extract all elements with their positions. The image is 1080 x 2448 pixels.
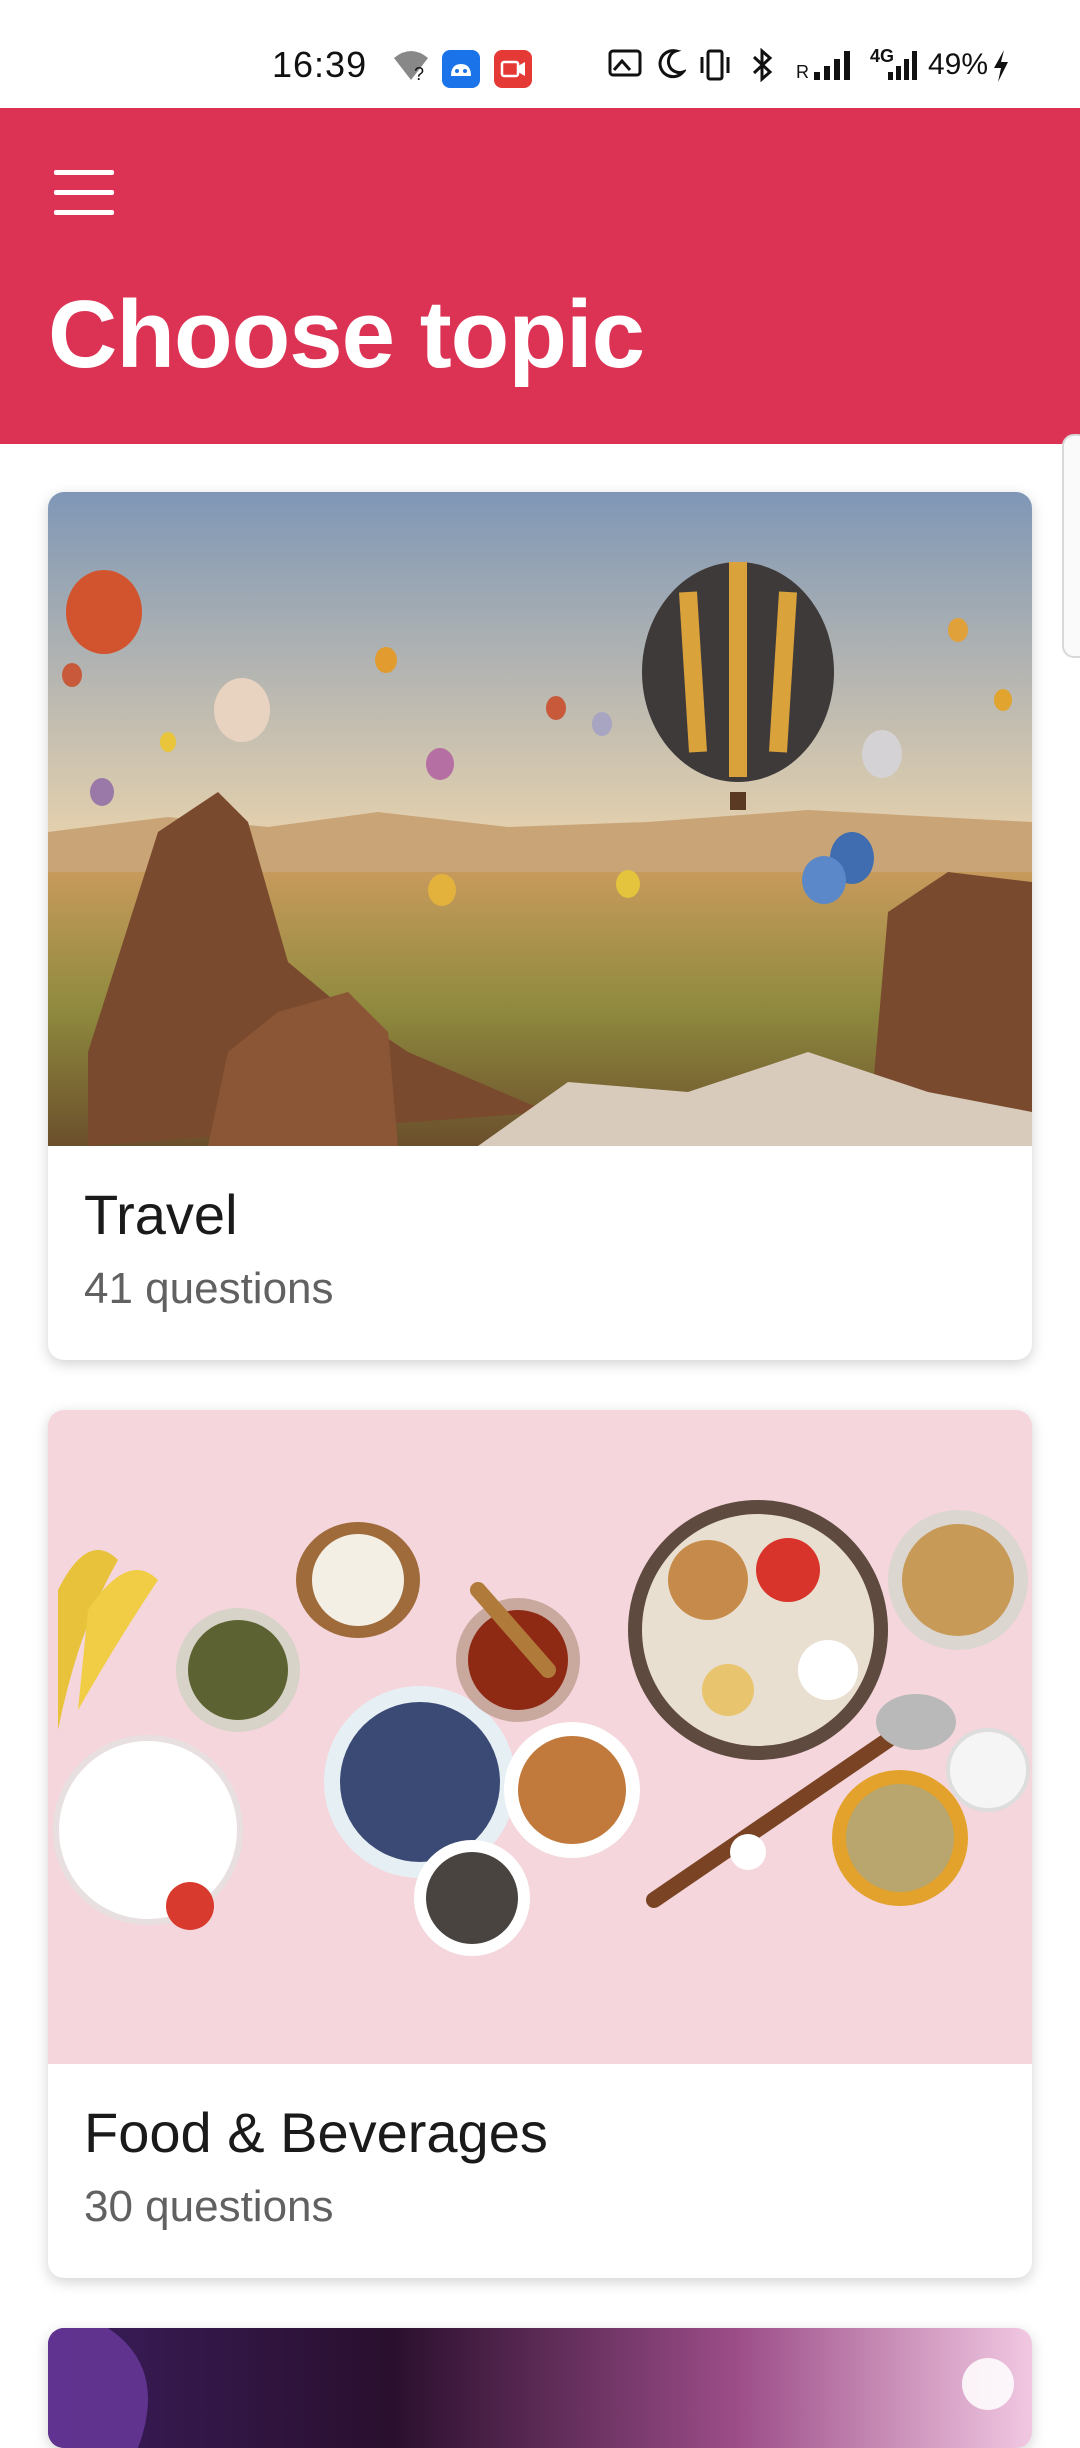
wifi-unknown-icon: ? [394,51,428,82]
topic-question-count: 41 questions [84,1264,334,1313]
menu-button[interactable] [40,148,128,236]
signal-strength-icon [814,51,850,80]
status-bar: 16:39 ? R 4G 49% [0,0,1080,108]
bluetooth-icon [752,48,773,82]
topic-card-partial[interactable] [48,2328,1032,2448]
svg-text:?: ? [414,64,424,82]
food-beverages-image [48,1410,1032,2064]
roaming-label: R [796,62,809,82]
scrollbar[interactable] [1062,434,1080,658]
mobile-data-signal-icon [888,51,917,80]
photo-icon [608,49,642,77]
travel-image [48,492,1032,1146]
topic-question-count: 30 questions [84,2182,334,2231]
do-not-disturb-moon-icon [658,49,686,79]
topic-card-food-beverages[interactable]: Food & Beverages 30 questions [48,1410,1032,2278]
topic-title: Travel [84,1183,238,1246]
app-bar [0,108,1080,444]
menu-line [54,170,114,175]
page-title: Choose topic [48,281,645,388]
menu-line [54,190,114,195]
vibrate-icon [700,49,730,81]
android-app-icon [442,50,480,88]
charging-bolt-icon [994,50,1008,82]
status-time: 16:39 [272,44,368,85]
battery-percentage: 49% [928,48,989,81]
topic-title: Food & Beverages [84,2101,548,2164]
menu-line [54,210,114,215]
screen-record-icon [494,50,532,88]
topic-card-travel[interactable]: Travel 41 questions [48,492,1032,1360]
topic-image-partial [48,2328,1032,2448]
